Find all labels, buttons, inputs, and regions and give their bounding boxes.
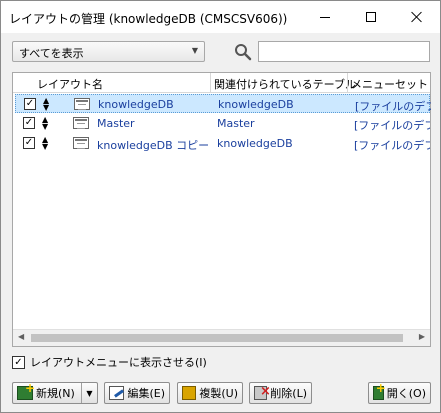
edit-button-label: 編集(E)	[127, 387, 165, 400]
title-bar: レイアウトの管理 (knowledgeDB (CMSCSV606))	[1, 1, 440, 33]
new-layout-icon	[17, 381, 35, 400]
new-button-label: 新規(N)	[36, 387, 75, 400]
scroll-left-icon[interactable]: ◀	[18, 332, 24, 341]
manage-layouts-dialog: レイアウトの管理 (knowledgeDB (CMSCSV606)) すべてを表…	[0, 0, 441, 413]
delete-button-label: 削除(L)	[270, 387, 307, 400]
reorder-handle-icon[interactable]: ▲ ▼	[42, 116, 48, 131]
close-button[interactable]	[394, 1, 440, 33]
duplicate-button-label: 複製(U)	[199, 387, 238, 400]
minimize-button[interactable]	[302, 1, 348, 33]
table-row[interactable]: ✓ ▲▼ knowledgeDB knowledgeDB [ファイルのデフォ	[15, 94, 431, 113]
filter-dropdown[interactable]: すべてを表示 ▼	[12, 41, 205, 62]
layout-name: Master	[97, 117, 135, 130]
menu-set: [ファイルのデフォ	[354, 139, 430, 152]
open-icon	[373, 381, 385, 400]
maximize-icon	[366, 12, 376, 22]
show-in-menu-label: レイアウトメニューに表示させる(I)	[30, 356, 207, 369]
delete-icon	[254, 384, 271, 400]
duplicate-button[interactable]: 複製(U)	[177, 382, 243, 404]
associated-table: knowledgeDB	[217, 137, 293, 150]
maximize-button[interactable]	[348, 1, 394, 33]
scrollbar-thumb[interactable]	[31, 334, 403, 342]
filter-selected-value: すべてを表示	[19, 47, 84, 60]
search-input[interactable]	[258, 41, 430, 62]
horizontal-scrollbar[interactable]: ◀ ▶	[13, 329, 430, 346]
duplicate-icon	[182, 386, 197, 400]
new-button[interactable]: 新規(N) ▼	[12, 381, 98, 404]
column-header-layout-name[interactable]: レイアウト名	[37, 76, 103, 92]
associated-table: Master	[217, 117, 255, 130]
layout-icon	[73, 117, 89, 129]
reorder-handle-icon[interactable]: ▲ ▼	[42, 136, 48, 151]
column-header-menuset[interactable]: メニューセット	[351, 76, 428, 92]
scroll-right-icon[interactable]: ▶	[419, 332, 425, 341]
column-divider[interactable]	[210, 73, 211, 92]
column-header-table[interactable]: 関連付けられているテーブル	[214, 76, 356, 92]
layout-name: knowledgeDB コピー	[97, 139, 210, 152]
window-title: レイアウトの管理 (knowledgeDB (CMSCSV606))	[9, 12, 288, 26]
table-row[interactable]: ✓ ▲▼ Master Master [ファイルのデフォ	[15, 114, 430, 133]
layout-icon	[74, 98, 90, 110]
show-in-menu-option[interactable]: ✓ レイアウトメニューに表示させる(I)	[12, 354, 207, 370]
row-checkbox[interactable]: ✓	[24, 98, 36, 110]
list-header: レイアウト名 関連付けられているテーブル メニューセット	[13, 73, 430, 93]
reorder-handle-icon[interactable]: ▲ ▼	[43, 97, 49, 112]
table-row[interactable]: ✓ ▲ ▼ knowledgeDB コピー knowledgeDB [ファイルのデ…	[15, 134, 430, 153]
row-checkbox[interactable]: ✓	[23, 137, 35, 149]
menu-set: [ファイルのデフォ	[355, 100, 431, 113]
edit-button[interactable]: 編集(E)	[104, 382, 170, 404]
open-button[interactable]: 開く(O)	[368, 381, 431, 404]
menu-set: [ファイルのデフォ	[354, 119, 430, 132]
layout-list[interactable]: レイアウト名 関連付けられているテーブル メニューセット ✓ ▲ ▼ knowle…	[12, 72, 431, 347]
layout-icon	[73, 137, 89, 149]
delete-button[interactable]: 削除(L)	[249, 382, 312, 404]
search-icon[interactable]	[234, 43, 252, 61]
close-icon	[411, 11, 423, 23]
row-checkbox[interactable]: ✓	[23, 117, 35, 129]
chevron-down-icon: ▼	[191, 46, 198, 55]
layout-name: knowledgeDB	[98, 98, 174, 111]
edit-icon	[109, 386, 125, 400]
open-button-label: 開く(O)	[386, 387, 426, 400]
column-divider[interactable]	[347, 73, 348, 92]
show-in-menu-checkbox[interactable]: ✓	[12, 355, 25, 369]
minimize-icon	[320, 16, 330, 18]
associated-table: knowledgeDB	[218, 98, 294, 111]
new-dropdown-chevron-icon[interactable]: ▼	[81, 383, 97, 403]
